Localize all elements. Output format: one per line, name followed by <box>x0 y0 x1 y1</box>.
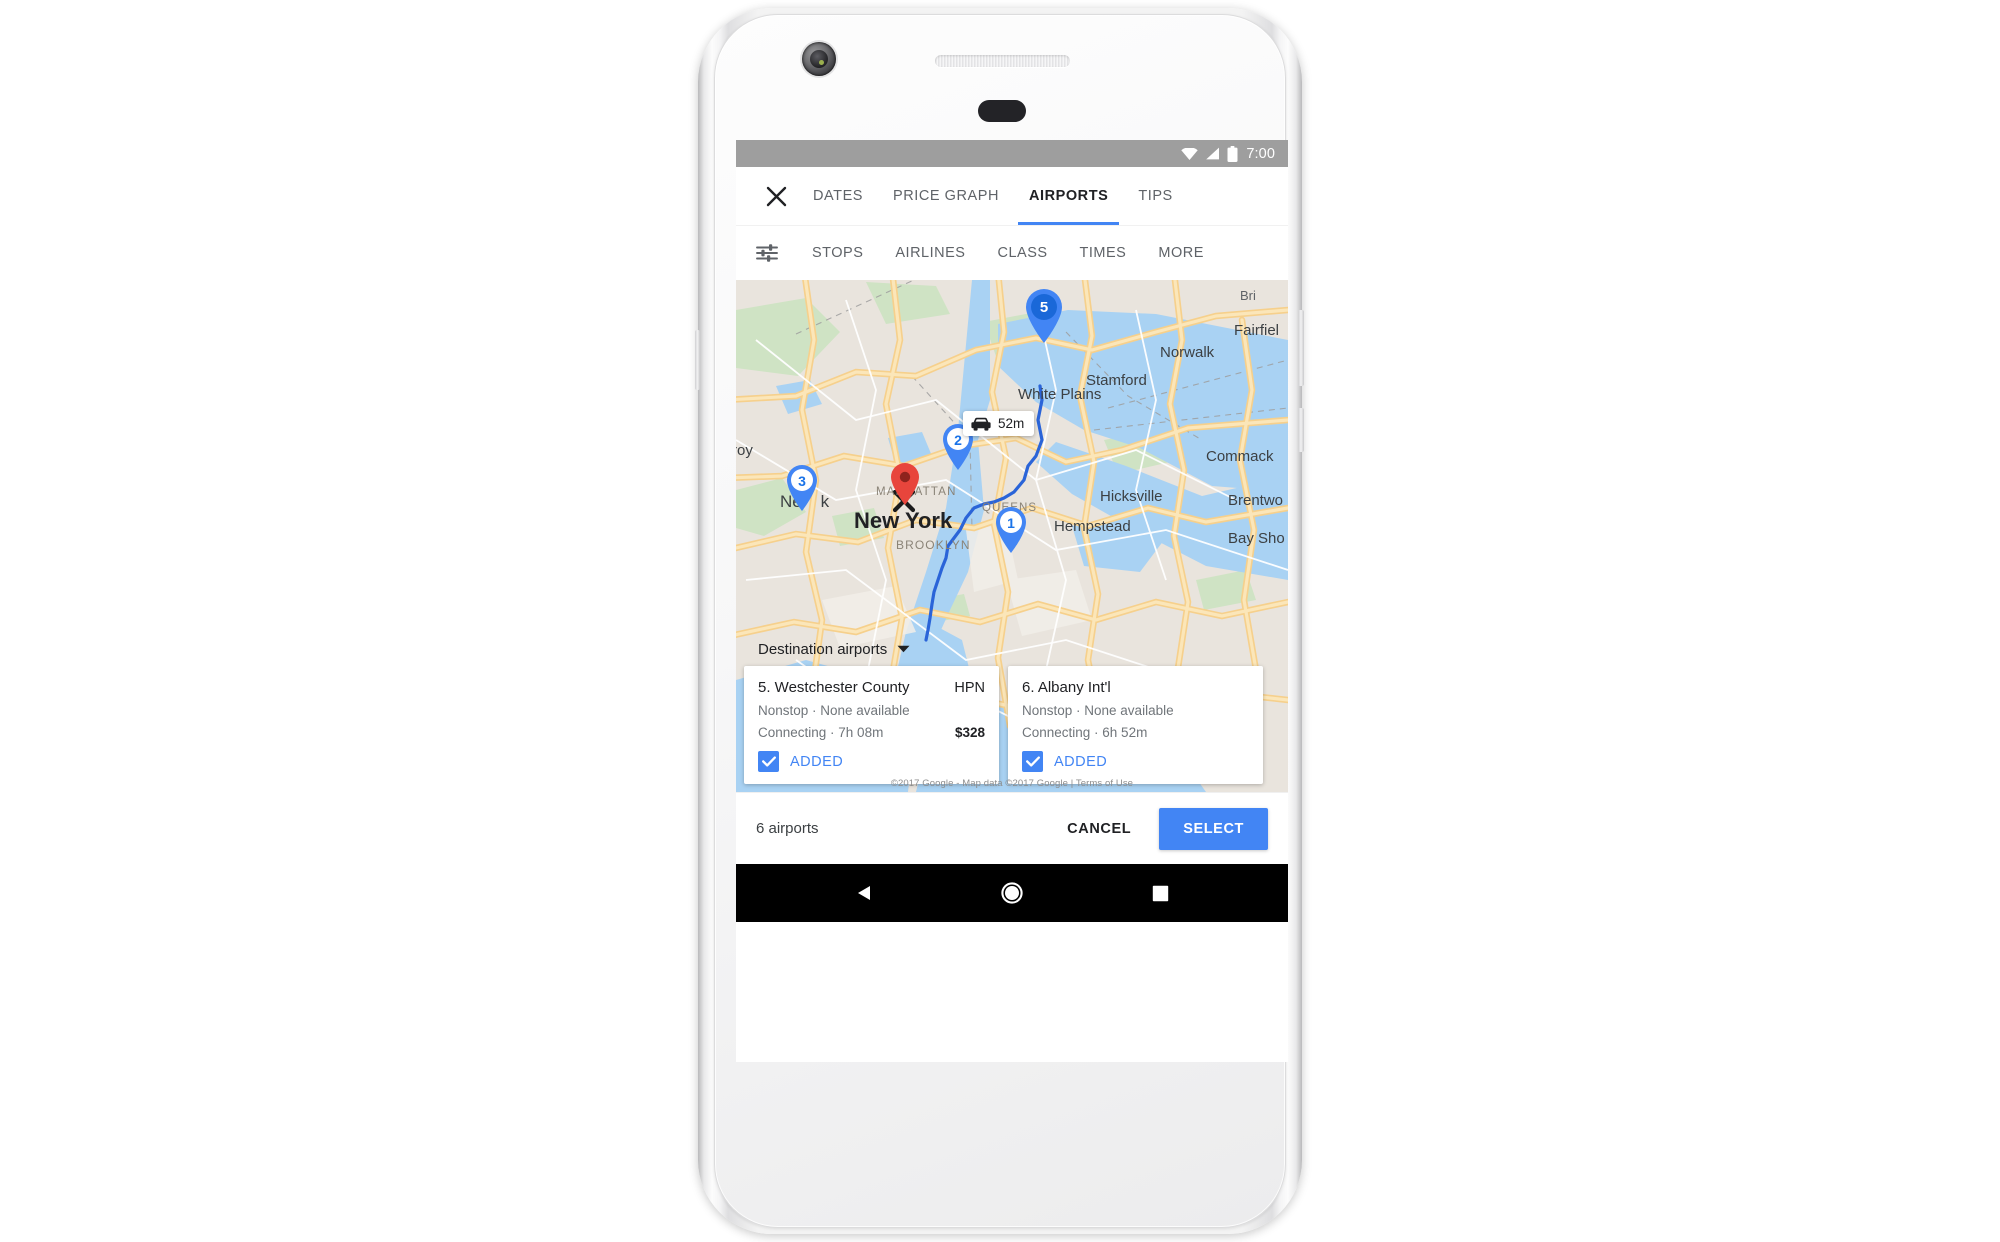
filter-chip-class[interactable]: CLASS <box>981 245 1063 261</box>
airport-card-nonstop-row: Nonstop · None available <box>758 703 985 718</box>
filter-chip-stops[interactable]: STOPS <box>796 245 879 261</box>
map-label-troy: roy <box>736 442 753 459</box>
airport-card-connecting-row: Connecting · 6h 52m <box>1022 725 1249 740</box>
map-label-hempstead: Hempstead <box>1054 518 1131 535</box>
airport-card[interactable]: 6. Albany Int'l Nonstop · None available… <box>1008 666 1263 784</box>
battery-full-icon <box>1227 145 1238 162</box>
wifi-icon <box>1181 147 1199 160</box>
tab-airports[interactable]: AIRPORTS <box>1014 167 1123 225</box>
android-back-icon[interactable] <box>841 870 887 916</box>
airport-card-connecting: Connecting · 6h 52m <box>1022 725 1148 740</box>
screenshot-root: 7:00 DATES PRICE GRAPH AIRPORTS TIPS STO… <box>0 0 2000 1242</box>
map-label-bay-shore: Bay Sho <box>1228 530 1285 547</box>
map-label-commack: Commack <box>1206 448 1274 465</box>
cell-signal-icon <box>1206 147 1220 160</box>
close-icon[interactable] <box>754 186 798 207</box>
tab-price-graph[interactable]: PRICE GRAPH <box>878 167 1014 225</box>
filter-chip-times[interactable]: TIMES <box>1064 245 1143 261</box>
map-marker-3-label: 3 <box>798 473 806 489</box>
android-nav-bar <box>736 864 1288 922</box>
airport-card-nonstop: Nonstop · None available <box>758 703 910 718</box>
map-label-bridgeport: Bri <box>1240 288 1256 303</box>
tune-filter-icon[interactable] <box>756 243 796 263</box>
tab-list: DATES PRICE GRAPH AIRPORTS TIPS <box>798 167 1188 225</box>
map-marker-1-label: 1 <box>1007 515 1015 531</box>
status-bar: 7:00 <box>736 140 1288 167</box>
camera-sensor-dot <box>819 60 824 65</box>
filter-chip-airlines[interactable]: AIRLINES <box>879 245 981 261</box>
earpiece-speaker-icon <box>935 55 1070 67</box>
airport-card-added-toggle[interactable]: ADDED <box>758 751 985 772</box>
map-marker-1[interactable]: 1 <box>994 506 1028 554</box>
airport-card-list: 5. Westchester County HPN Nonstop · None… <box>736 666 1288 790</box>
destination-pin-red[interactable] <box>889 462 921 511</box>
drive-time-label: 52m <box>998 416 1025 431</box>
map-marker-5[interactable]: 5 <box>1024 288 1064 344</box>
airport-card-header: 6. Albany Int'l <box>1022 679 1249 696</box>
tab-airports-label: AIRPORTS <box>1029 188 1109 204</box>
status-bar-clock: 7:00 <box>1246 145 1275 162</box>
phone-screen: 7:00 DATES PRICE GRAPH AIRPORTS TIPS STO… <box>736 140 1288 1062</box>
airport-card-header: 5. Westchester County HPN <box>758 679 985 696</box>
airport-card-name: 6. Albany Int'l <box>1022 679 1111 696</box>
airport-card-added-toggle[interactable]: ADDED <box>1022 751 1249 772</box>
airport-card-connecting-row: Connecting · 7h 08m $328 <box>758 725 985 740</box>
added-checkbox[interactable] <box>758 751 779 772</box>
sim-tray <box>695 330 700 390</box>
car-icon <box>971 417 991 431</box>
map-marker-5-label: 5 <box>1039 299 1049 316</box>
proximity-sensor-icon <box>978 100 1026 122</box>
map-label-brentwood: Brentwo <box>1228 492 1284 509</box>
front-camera-lens <box>810 50 828 68</box>
status-icons <box>1181 145 1238 162</box>
tab-dates[interactable]: DATES <box>798 167 878 225</box>
destination-airports-label: Destination airports <box>758 640 888 658</box>
tab-price-graph-label: PRICE GRAPH <box>893 188 999 204</box>
android-recents-icon[interactable] <box>1137 870 1183 916</box>
tab-dates-label: DATES <box>813 188 864 204</box>
power-button[interactable] <box>1298 310 1304 386</box>
airport-card-connecting: Connecting · 7h 08m <box>758 725 884 740</box>
added-label: ADDED <box>790 753 844 770</box>
airport-count-label: 6 airports <box>756 820 819 837</box>
map-label-fairfield: Fairfiel <box>1234 322 1280 339</box>
airport-card[interactable]: 5. Westchester County HPN Nonstop · None… <box>744 666 999 784</box>
tab-tips[interactable]: TIPS <box>1123 167 1187 225</box>
map-attribution: ©2017 Google - Map data ©2017 Google | T… <box>890 778 1134 789</box>
map-label-new-york: New York <box>854 508 953 533</box>
map-label-norwalk: Norwalk <box>1160 344 1215 361</box>
airport-card-price: $328 <box>954 725 985 740</box>
map-label-brooklyn: BROOKLYN <box>896 538 971 552</box>
drive-time-badge[interactable]: 52m <box>963 411 1035 436</box>
airport-card-nonstop: Nonstop · None available <box>1022 703 1174 718</box>
added-label: ADDED <box>1054 753 1108 770</box>
filter-bar: STOPS AIRLINES CLASS TIMES MORE <box>736 225 1288 280</box>
bottom-action-bar: 6 airports CANCEL SELECT <box>736 792 1288 864</box>
map-label-stamford: Stamford <box>1086 372 1147 389</box>
chevron-down-icon[interactable] <box>897 645 910 653</box>
airport-card-name: 5. Westchester County <box>758 679 910 696</box>
added-checkbox[interactable] <box>1022 751 1043 772</box>
cancel-button[interactable]: CANCEL <box>1053 811 1145 847</box>
filter-chip-more[interactable]: MORE <box>1142 245 1220 261</box>
map-marker-3[interactable]: 3 <box>785 464 819 512</box>
airport-map[interactable]: White Plains Stamford Norwalk Fairfiel B… <box>736 280 1288 792</box>
select-button[interactable]: SELECT <box>1159 807 1268 850</box>
tab-tips-label: TIPS <box>1138 188 1173 204</box>
airport-card-nonstop-row: Nonstop · None available <box>1022 703 1249 718</box>
top-tab-bar: DATES PRICE GRAPH AIRPORTS TIPS <box>736 167 1288 225</box>
airport-card-code: HPN <box>954 680 985 696</box>
map-label-hicksville: Hicksville <box>1100 488 1163 505</box>
volume-button[interactable] <box>1298 408 1304 452</box>
android-home-icon[interactable] <box>989 870 1035 916</box>
